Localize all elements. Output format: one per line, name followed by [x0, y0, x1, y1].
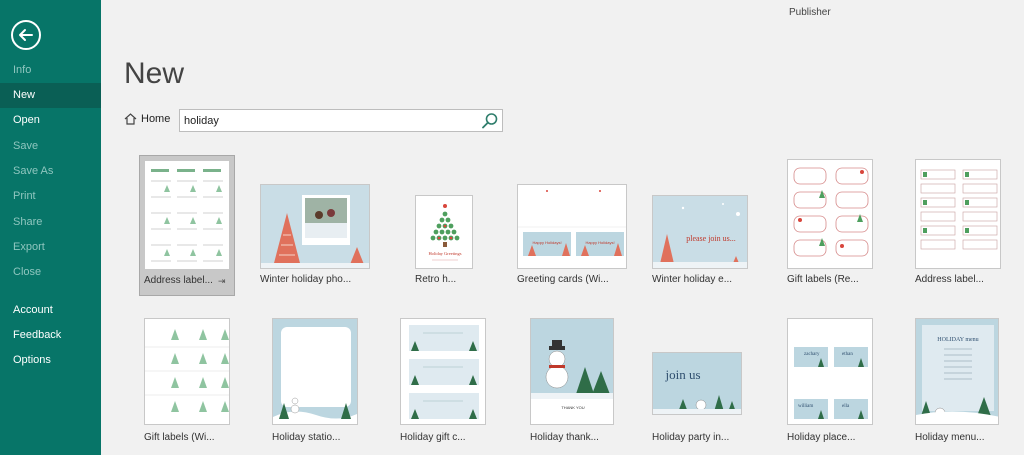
stationery-artwork	[273, 319, 357, 424]
template-label: Gift labels (Re...	[787, 274, 859, 285]
template-tile-gift-labels-winter[interactable]: Gift labels (Wi...	[144, 318, 234, 445]
nav-export[interactable]: Export	[0, 235, 101, 260]
nav-print[interactable]: Print	[0, 184, 101, 209]
template-tile-winter-holiday-event[interactable]: please join us... Winter holiday e...	[652, 195, 752, 290]
template-thumbnail	[272, 318, 358, 425]
place-name-1: zachary	[804, 352, 820, 357]
search-button[interactable]	[481, 112, 499, 130]
template-thumbnail	[144, 318, 230, 425]
template-tile-holiday-party-invitation[interactable]: join us Holiday party in...	[652, 352, 748, 445]
template-label: Holiday statio...	[272, 432, 341, 443]
nav-save-as[interactable]: Save As	[0, 159, 101, 184]
template-label: Greeting cards (Wi...	[517, 274, 609, 285]
template-label: Holiday menu...	[915, 432, 985, 443]
template-search-box	[179, 109, 503, 132]
template-tile-holiday-place-cards[interactable]: zachary ethan william ella Holiday place…	[787, 318, 877, 445]
back-button[interactable]	[11, 20, 41, 50]
template-label: Winter holiday pho...	[260, 274, 352, 285]
template-thumbnail: Happy Holidays! Happy Holidays!	[517, 184, 627, 269]
template-thumbnail: THANK YOU	[530, 318, 614, 425]
template-thumbnail: Holiday Greetings	[415, 195, 473, 269]
nav-new[interactable]: New	[0, 83, 101, 108]
template-tile-holiday-thank-you[interactable]: THANK YOU Holiday thank...	[530, 318, 620, 445]
happy-holidays-text-2: Happy Holidays!	[585, 240, 614, 245]
template-tile-gift-labels-retro[interactable]: Gift labels (Re...	[787, 159, 877, 290]
pin-icon[interactable]: ⇥	[218, 276, 226, 287]
holiday-menu-text: HOLIDAY menu	[937, 337, 978, 343]
template-label: Retro h...	[415, 274, 457, 285]
happy-holidays-text-1: Happy Holidays!	[532, 240, 561, 245]
home-icon	[124, 113, 137, 125]
template-thumbnail: join us	[652, 352, 742, 415]
template-thumbnail: zachary ethan william ella	[787, 318, 873, 425]
template-label: Winter holiday e...	[652, 274, 733, 285]
template-thumbnail	[260, 184, 370, 269]
template-thumbnail: please join us...	[652, 195, 748, 269]
search-icon	[482, 113, 498, 129]
place-name-2: ethan	[842, 352, 853, 357]
app-name: Publisher	[789, 7, 831, 18]
place-name-4: ella	[842, 404, 850, 409]
nav-open[interactable]: Open	[0, 108, 101, 133]
party-invitation-artwork: join us	[653, 353, 741, 414]
nav-account[interactable]: Account	[0, 298, 101, 323]
template-tile-winter-holiday-photo[interactable]: Winter holiday pho...	[260, 184, 372, 290]
nav-info[interactable]: Info	[0, 58, 101, 83]
greeting-cards-artwork: Happy Holidays! Happy Holidays!	[518, 190, 626, 256]
template-thumbnail: HOLIDAY menu	[915, 318, 999, 425]
template-thumbnail	[915, 159, 1001, 269]
retro-tree-artwork: Holiday Greetings	[428, 204, 462, 261]
address-labels-2-artwork	[920, 169, 998, 250]
thank-you-text: THANK YOU	[561, 405, 584, 410]
template-label: Gift labels (Wi...	[144, 432, 215, 443]
template-tile-holiday-stationery[interactable]: Holiday statio...	[272, 318, 362, 445]
template-thumbnail	[400, 318, 486, 425]
template-tile-address-labels-1[interactable]: Address label... ⇥	[139, 155, 235, 296]
template-thumbnail	[787, 159, 873, 269]
nav-close[interactable]: Close	[0, 260, 101, 285]
winter-photo-artwork	[261, 185, 369, 268]
template-tile-greeting-cards[interactable]: Happy Holidays! Happy Holidays! Greeting…	[517, 184, 629, 290]
nav-share[interactable]: Share	[0, 210, 101, 235]
please-join-us-text: please join us...	[686, 234, 736, 243]
template-tile-holiday-gift-certificates[interactable]: Holiday gift c...	[400, 318, 490, 445]
template-tile-retro-holiday[interactable]: Holiday Greetings Retro h...	[415, 195, 487, 290]
template-label: Holiday party in...	[652, 432, 730, 443]
gift-labels-winter-artwork	[145, 329, 229, 412]
breadcrumb-home-label: Home	[141, 113, 171, 125]
winter-event-artwork: please join us...	[653, 196, 747, 268]
template-label: Address label...	[915, 274, 984, 285]
page-title: New	[124, 57, 185, 90]
nav-feedback[interactable]: Feedback	[0, 323, 101, 348]
holiday-greetings-text: Holiday Greetings	[428, 251, 461, 256]
nav-options[interactable]: Options	[0, 348, 101, 373]
search-input[interactable]	[184, 113, 474, 129]
breadcrumb-home[interactable]: Home	[124, 113, 170, 125]
thank-you-artwork: THANK YOU	[531, 319, 613, 410]
template-label: Holiday place...	[787, 432, 856, 443]
template-thumbnail	[144, 160, 230, 270]
place-name-3: william	[798, 404, 813, 409]
gift-labels-artwork	[793, 167, 869, 257]
template-tile-address-labels-2[interactable]: Address label...	[915, 159, 1005, 290]
gift-certificates-artwork	[409, 325, 479, 419]
template-label: Holiday gift c...	[400, 432, 466, 443]
join-us-text: join us	[664, 367, 700, 382]
arrow-left-icon	[19, 29, 33, 41]
nav-save[interactable]: Save	[0, 134, 101, 159]
template-tile-holiday-menu[interactable]: HOLIDAY menu Holiday menu...	[915, 318, 1005, 445]
address-labels-artwork	[151, 169, 223, 262]
menu-artwork: HOLIDAY menu	[916, 319, 998, 424]
template-label: Holiday thank...	[530, 432, 599, 443]
place-cards-artwork: zachary ethan william ella	[794, 347, 868, 419]
backstage-sidebar: Info New Open Save Save As Print Share E…	[0, 0, 101, 455]
template-label: Address label...	[144, 275, 213, 286]
